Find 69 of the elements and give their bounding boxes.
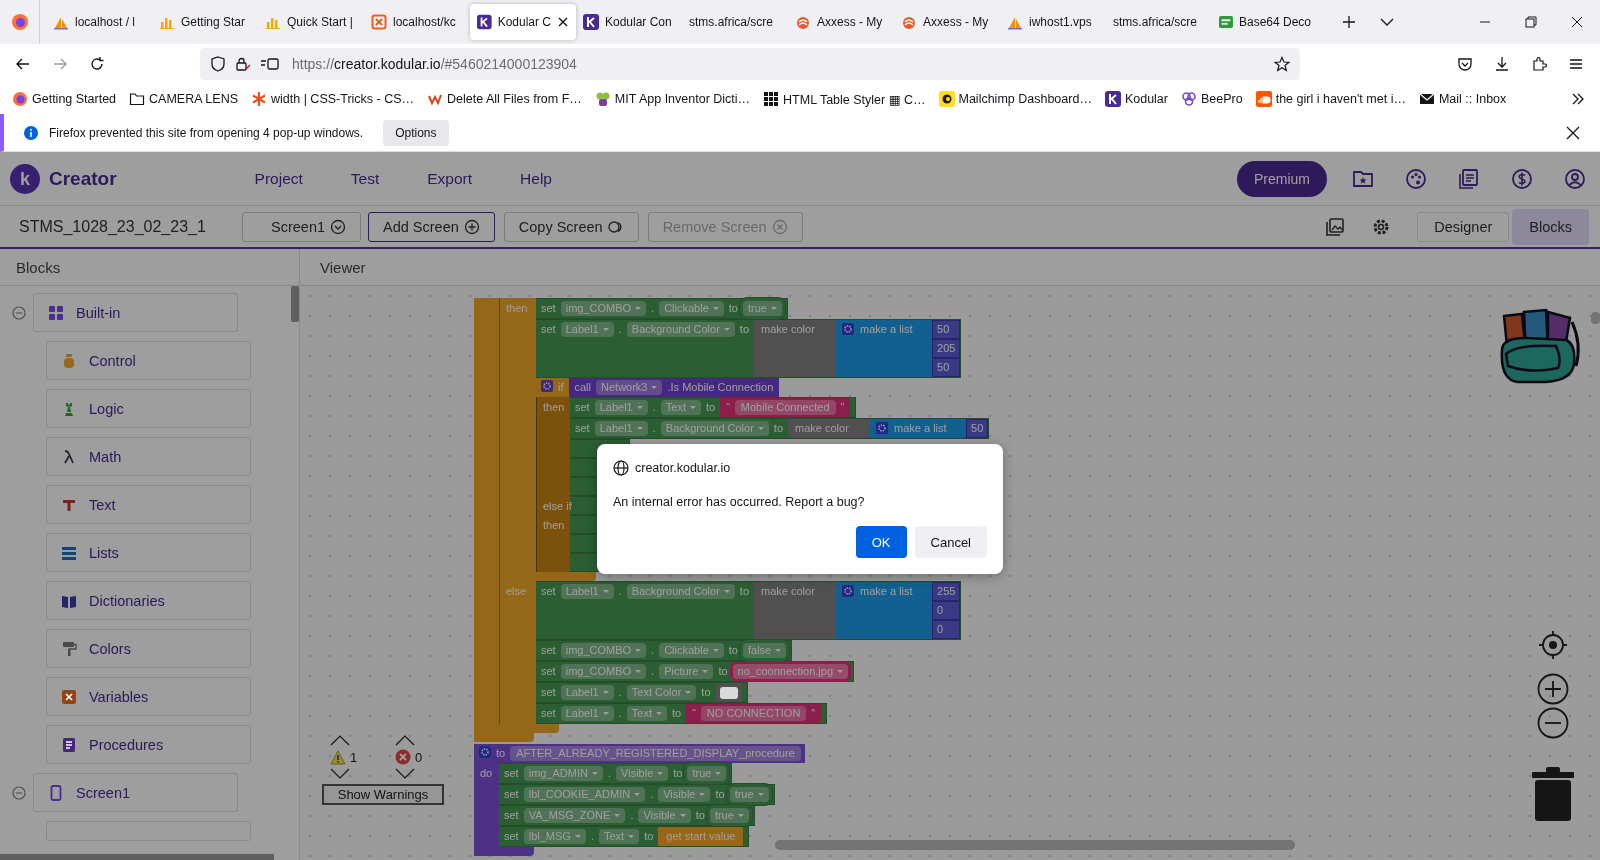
block-keyword: to bbox=[701, 685, 711, 700]
block-keyword: set bbox=[504, 808, 519, 823]
block-keyword: to bbox=[672, 706, 682, 721]
block-keyword: make color bbox=[795, 421, 850, 436]
block-keyword: to bbox=[673, 766, 683, 781]
url-text: https://creator.kodular.io/#5460214000123904 bbox=[292, 56, 577, 72]
block-label: else if bbox=[542, 499, 570, 513]
block-keyword: set bbox=[504, 766, 519, 781]
project-name: STMS_1028_23_02_23_1 bbox=[19, 217, 207, 236]
block-label: do bbox=[479, 766, 494, 780]
block-label: then bbox=[542, 400, 566, 414]
block-keyword: . bbox=[590, 829, 594, 844]
block-keyword: to bbox=[706, 400, 716, 415]
block-keyword: set bbox=[541, 685, 556, 700]
block-keyword: set bbox=[541, 706, 556, 721]
block-keyword: to bbox=[718, 664, 728, 679]
panel-title: Blocks bbox=[16, 258, 61, 276]
quote-mark: “ bbox=[692, 706, 696, 721]
dialog-message: An internal error has occurred. Report a bug? bbox=[613, 495, 866, 509]
block-keyword: to bbox=[773, 421, 784, 436]
block-keyword: set bbox=[541, 322, 556, 337]
notification-text: Firefox prevented this site from opening 4 pop-up windows. bbox=[49, 125, 364, 140]
block-keyword: make a list bbox=[860, 584, 914, 599]
block-keyword: call bbox=[574, 380, 591, 395]
block-keyword: to bbox=[715, 787, 725, 802]
block-keyword: . bbox=[651, 664, 655, 679]
block-keyword: . bbox=[651, 301, 655, 316]
block-keyword: to bbox=[695, 808, 705, 823]
block-keyword: set bbox=[575, 400, 590, 415]
error-count: 0 bbox=[415, 749, 423, 765]
block-keyword: to bbox=[728, 643, 738, 658]
block-keyword: make a list bbox=[894, 421, 948, 436]
block-keyword: set bbox=[575, 421, 590, 436]
block-keyword: make color bbox=[761, 584, 816, 599]
block-keyword: to bbox=[728, 301, 738, 316]
app-title: Creator bbox=[49, 167, 117, 190]
block-keyword: to bbox=[644, 829, 654, 844]
block-keyword: set bbox=[504, 787, 519, 802]
block-keyword: set bbox=[541, 301, 556, 316]
block-keyword: set bbox=[541, 664, 556, 679]
block-keyword: set bbox=[541, 643, 556, 658]
method-name: .Is Mobile Connection bbox=[667, 380, 774, 395]
quote-mark: ” bbox=[811, 706, 815, 721]
block-keyword: . bbox=[608, 766, 612, 781]
block-label: then bbox=[505, 301, 529, 315]
quote-mark: ” bbox=[840, 400, 845, 415]
warning-count: 1 bbox=[350, 749, 358, 765]
block-keyword: . bbox=[652, 421, 656, 436]
quote-mark: “ bbox=[726, 400, 730, 415]
block-keyword: to bbox=[739, 322, 750, 337]
block-keyword: set bbox=[504, 829, 519, 844]
block-keyword: . bbox=[618, 685, 622, 700]
block-keyword: if bbox=[558, 380, 564, 395]
block-keyword: to bbox=[739, 584, 750, 599]
block-label: else bbox=[505, 584, 528, 598]
block-keyword: make a list bbox=[860, 322, 914, 337]
block-keyword: . bbox=[618, 584, 622, 599]
panel-title: Viewer bbox=[320, 258, 366, 276]
block-keyword: . bbox=[652, 400, 656, 415]
block-keyword: . bbox=[618, 322, 622, 337]
block-keyword: to bbox=[496, 746, 506, 761]
block-keyword: . bbox=[650, 787, 654, 802]
block-label: then bbox=[542, 518, 566, 532]
dialog-origin: creator.kodular.io bbox=[635, 461, 731, 475]
block-keyword: . bbox=[630, 808, 634, 823]
block-keyword: . bbox=[618, 706, 622, 721]
block-keyword: make color bbox=[761, 322, 816, 337]
block-keyword: . bbox=[651, 643, 655, 658]
block-keyword: set bbox=[541, 584, 556, 599]
